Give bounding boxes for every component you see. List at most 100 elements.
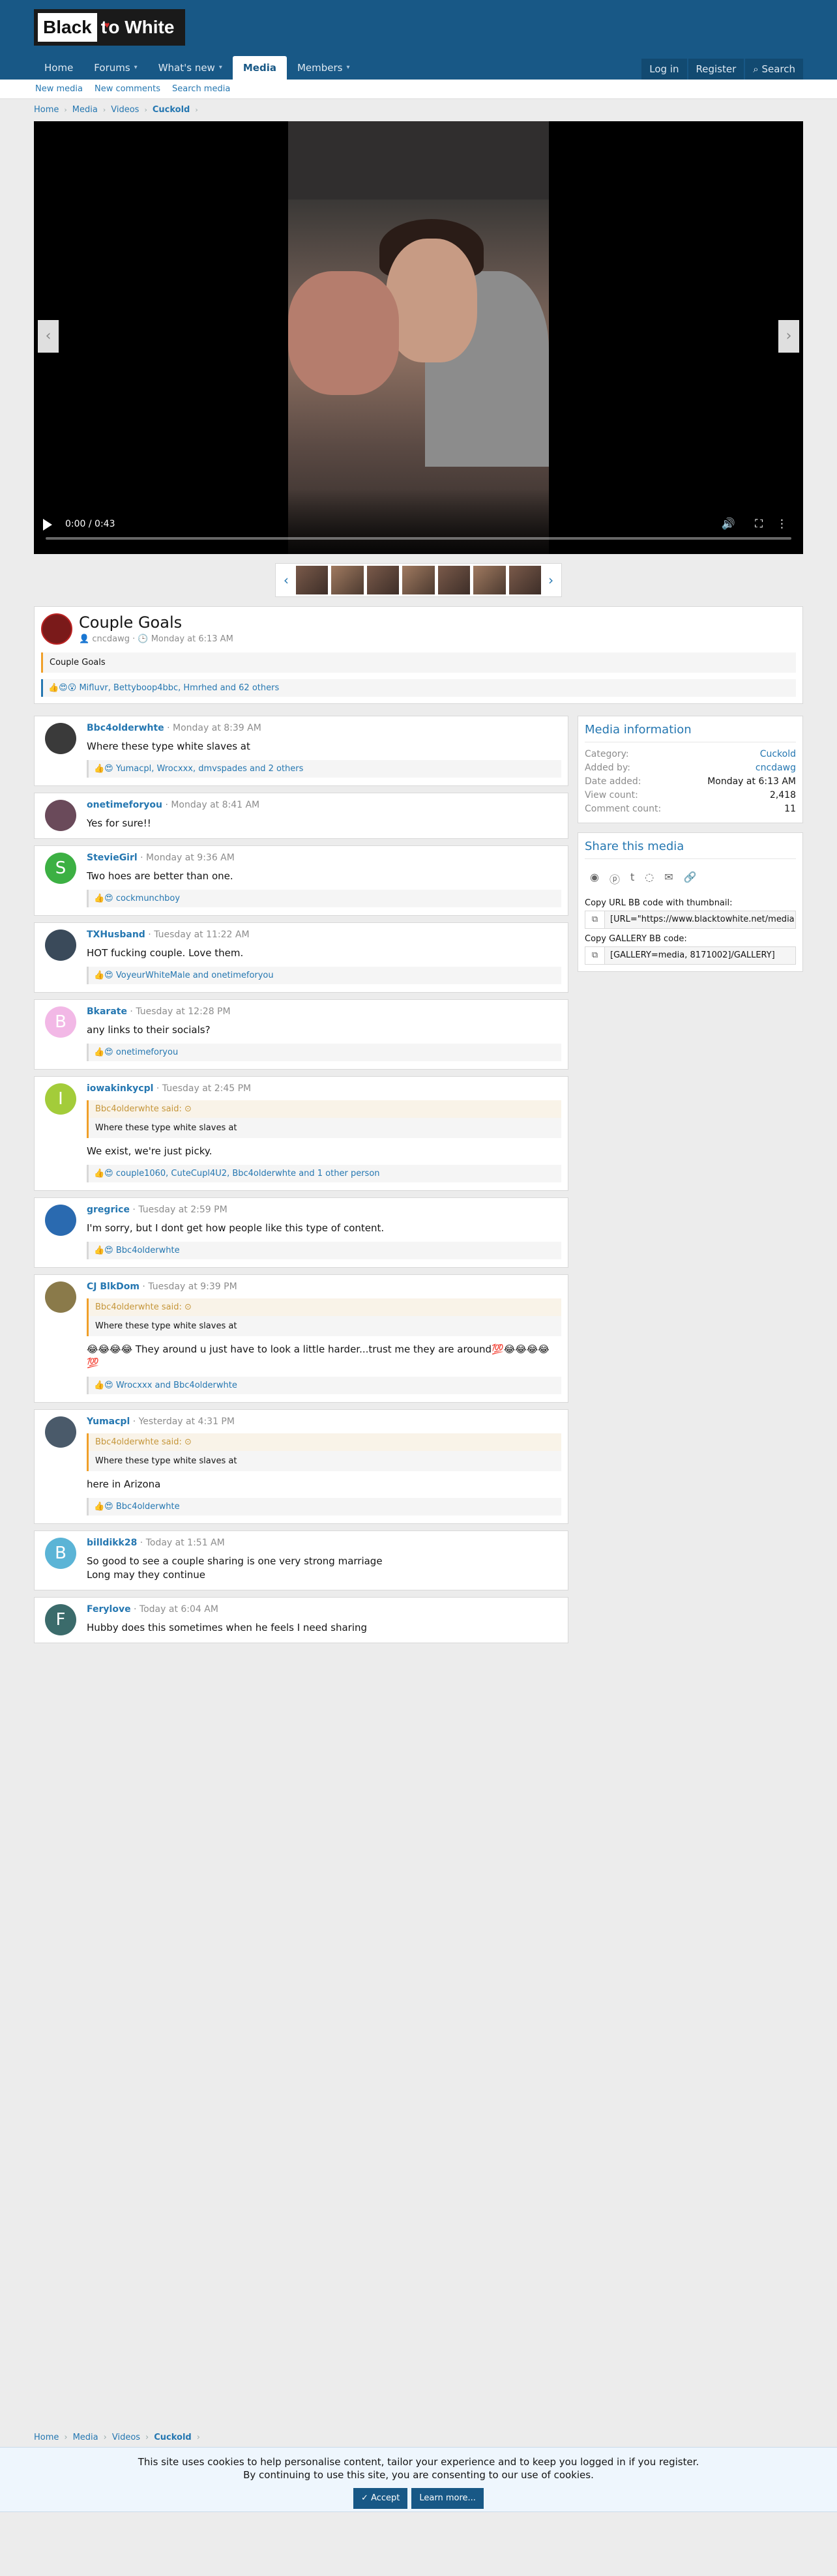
comment-time[interactable]: Tuesday at 11:22 AM — [154, 929, 249, 940]
nav-members[interactable]: Members ▾ — [287, 56, 360, 80]
quote-header[interactable]: Bbc4olderwhte said: ⊙ — [89, 1298, 561, 1316]
comment-reactions[interactable]: 👍😍 onetimeforyou — [87, 1044, 561, 1061]
comment-reactions[interactable]: 👍😍 Wrocxxx and Bbc4olderwhte — [87, 1377, 561, 1394]
chevron-left-icon[interactable]: ‹ — [280, 572, 293, 588]
next-media-arrow-icon[interactable]: › — [778, 320, 799, 353]
chevron-down-icon[interactable]: ▾ — [134, 56, 138, 80]
subnav-new-media[interactable]: New media — [35, 80, 83, 99]
avatar[interactable]: B — [45, 1538, 76, 1569]
quote-header[interactable]: Bbc4olderwhte said: ⊙ — [89, 1100, 561, 1118]
comment-username[interactable]: StevieGirl — [87, 853, 138, 863]
media-reactions[interactable]: 👍😍😮 Mifluvr, Bettyboop4bbc, Hmrhed and 6… — [41, 679, 796, 697]
quote-header[interactable]: Bbc4olderwhte said: ⊙ — [89, 1433, 561, 1451]
accept-cookies-button[interactable]: ✓ Accept — [353, 2488, 408, 2509]
volume-icon[interactable]: 🔊 — [722, 518, 735, 531]
avatar[interactable] — [45, 929, 76, 961]
copy-url-field[interactable]: ⧉ [URL="https://www.blacktowhite.net/medi… — [585, 911, 796, 929]
avatar[interactable]: S — [45, 853, 76, 884]
copy-gallery-field[interactable]: ⧉ [GALLERY=media, 8171002]/GALLERY] — [585, 946, 796, 965]
media-author[interactable]: cncdawg — [92, 634, 130, 644]
comment-reactions[interactable]: 👍😍 Yumacpl, Wrocxxx, dmvspades and 2 oth… — [87, 760, 561, 778]
register-button[interactable]: Register — [688, 59, 744, 80]
previous-media-arrow-icon[interactable]: ‹ — [38, 320, 59, 353]
nav-media[interactable]: Media — [232, 56, 287, 80]
avatar[interactable] — [45, 1416, 76, 1448]
chevron-right-icon[interactable]: › — [544, 572, 557, 588]
comment-time[interactable]: Tuesday at 9:39 PM — [148, 1281, 237, 1292]
learn-more-button[interactable]: Learn more... — [411, 2488, 484, 2509]
comment-username[interactable]: iowakinkycpl — [87, 1083, 153, 1094]
comment-username[interactable]: gregrice — [87, 1205, 130, 1215]
avatar[interactable]: I — [45, 1083, 76, 1115]
info-category-link[interactable]: Cuckold — [760, 748, 796, 761]
avatar[interactable]: F — [45, 1604, 76, 1635]
nav-home[interactable]: Home — [34, 56, 83, 80]
login-button[interactable]: Log in — [641, 59, 687, 80]
comment-reactions[interactable]: 👍😍 VoyeurWhiteMale and onetimeforyou — [87, 967, 561, 984]
breadcrumb-home[interactable]: Home — [34, 2433, 59, 2442]
site-logo[interactable]: Black t♥o White — [34, 9, 185, 46]
breadcrumb-media[interactable]: Media — [72, 99, 98, 121]
nav-whats-new[interactable]: What's new ▾ — [148, 56, 233, 80]
avatar[interactable]: B — [45, 1006, 76, 1038]
breadcrumb-videos[interactable]: Videos — [112, 2433, 140, 2442]
comment-username[interactable]: onetimeforyou — [87, 800, 162, 810]
comment-time[interactable]: Tuesday at 2:45 PM — [162, 1083, 251, 1094]
copy-gallery-value[interactable]: [GALLERY=media, 8171002]/GALLERY] — [605, 947, 795, 964]
comment-time[interactable]: Today at 1:51 AM — [146, 1538, 225, 1548]
play-icon[interactable] — [43, 519, 52, 531]
video-player[interactable]: 0:00 / 0:43 🔊 ⛶ ⋮ — [34, 121, 803, 554]
chevron-down-icon[interactable]: ▾ — [219, 56, 222, 80]
breadcrumb-media[interactable]: Media — [73, 2433, 98, 2442]
email-icon[interactable]: ✉ — [664, 871, 673, 886]
copy-icon[interactable]: ⧉ — [585, 911, 605, 928]
comment-username[interactable]: billdikk28 — [87, 1538, 137, 1548]
comment-reactions[interactable]: 👍😍 Bbc4olderwhte — [87, 1242, 561, 1259]
info-added-by-link[interactable]: cncdawg — [756, 761, 796, 775]
comment-username[interactable]: Yumacpl — [87, 1416, 130, 1427]
breadcrumb-videos[interactable]: Videos — [111, 99, 139, 121]
subnav-new-comments[interactable]: New comments — [95, 80, 160, 99]
avatar[interactable] — [41, 613, 72, 645]
arrow-up-icon[interactable]: ⊙ — [184, 1437, 192, 1447]
subnav-search-media[interactable]: Search media — [172, 80, 230, 99]
chevron-down-icon[interactable]: ▾ — [346, 56, 349, 80]
copy-url-value[interactable]: [URL="https://www.blacktowhite.net/media — [605, 911, 795, 928]
more-options-icon[interactable]: ⋮ — [776, 518, 787, 531]
tumblr-icon[interactable]: t — [630, 871, 634, 886]
breadcrumb-cuckold[interactable]: Cuckold — [153, 99, 190, 121]
avatar[interactable] — [45, 1205, 76, 1236]
comment-time[interactable]: Tuesday at 2:59 PM — [138, 1205, 227, 1215]
comment-username[interactable]: Bbc4olderwhte — [87, 723, 164, 733]
arrow-up-icon[interactable]: ⊙ — [184, 1104, 192, 1114]
comment-time[interactable]: Monday at 8:41 AM — [171, 800, 259, 810]
filmstrip-thumb[interactable] — [508, 566, 542, 594]
whatsapp-icon[interactable]: ◌ — [645, 871, 654, 886]
filmstrip-thumb[interactable] — [437, 566, 471, 594]
fullscreen-icon[interactable]: ⛶ — [755, 518, 763, 531]
avatar[interactable] — [45, 723, 76, 754]
filmstrip-thumb[interactable] — [366, 566, 400, 594]
comment-reactions[interactable]: 👍😍 Bbc4olderwhte — [87, 1498, 561, 1515]
comment-reactions[interactable]: 👍😍 cockmunchboy — [87, 890, 561, 907]
comment-username[interactable]: Ferylove — [87, 1604, 131, 1615]
filmstrip-thumb[interactable] — [402, 566, 435, 594]
link-icon[interactable]: 🔗 — [684, 871, 697, 886]
copy-icon[interactable]: ⧉ — [585, 947, 605, 964]
video-progress-bar[interactable] — [46, 537, 791, 540]
comment-reactions[interactable]: 👍😍 couple1060, CuteCupl4U2, Bbc4olderwht… — [87, 1165, 561, 1182]
breadcrumb-home[interactable]: Home — [34, 99, 59, 121]
comment-username[interactable]: TXHusband — [87, 929, 145, 940]
filmstrip-thumb[interactable] — [473, 566, 506, 594]
search-button[interactable]: ⌕ Search — [745, 59, 803, 80]
avatar[interactable] — [45, 800, 76, 831]
comment-username[interactable]: CJ BlkDom — [87, 1281, 140, 1292]
reddit-icon[interactable]: ◉ — [590, 871, 599, 886]
comment-time[interactable]: Monday at 8:39 AM — [173, 723, 261, 733]
avatar[interactable] — [45, 1281, 76, 1313]
comment-time[interactable]: Today at 6:04 AM — [140, 1604, 218, 1615]
filmstrip-thumb[interactable] — [331, 566, 364, 594]
comment-time[interactable]: Monday at 9:36 AM — [146, 853, 235, 863]
arrow-up-icon[interactable]: ⊙ — [184, 1302, 192, 1312]
nav-forums[interactable]: Forums ▾ — [83, 56, 147, 80]
